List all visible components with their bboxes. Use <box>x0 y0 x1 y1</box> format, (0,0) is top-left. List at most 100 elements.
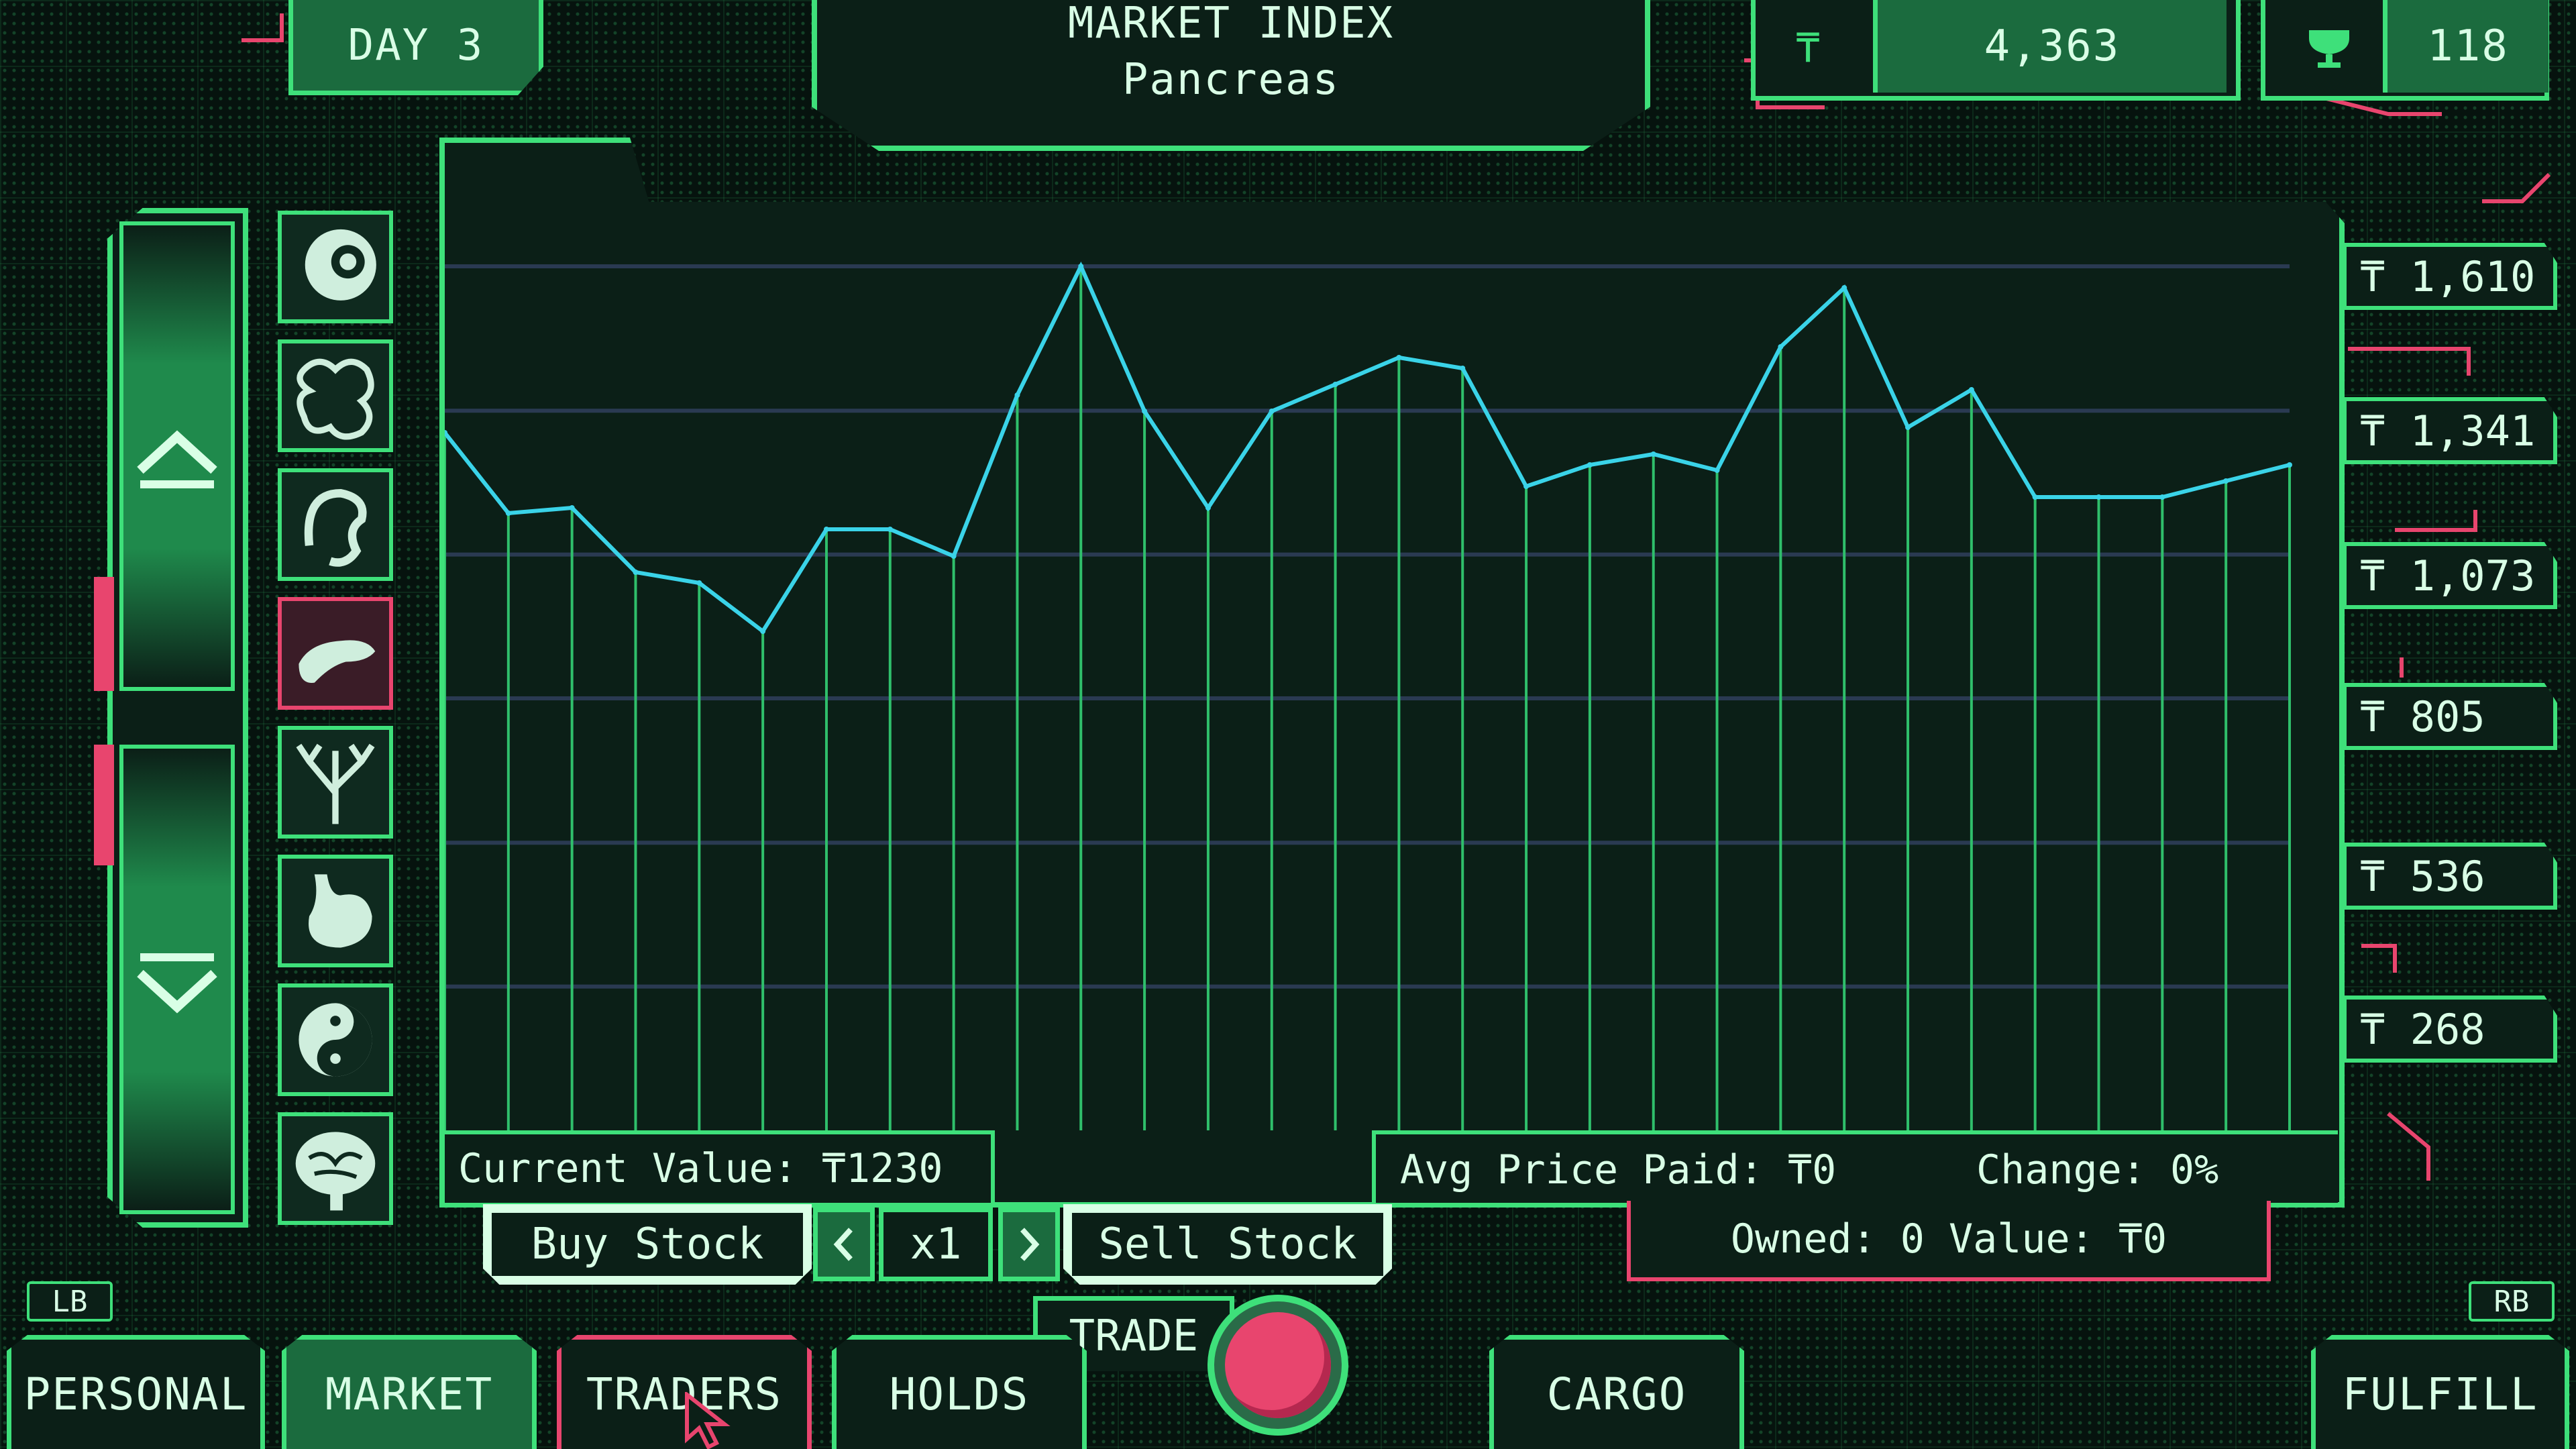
tab-cargo[interactable]: CARGO <box>1489 1335 1744 1449</box>
organ-item-stomach[interactable] <box>278 855 393 967</box>
stomach-icon <box>309 874 372 948</box>
owned-text: Owned: 0 Value: ₸0 <box>1730 1216 2167 1263</box>
data-point <box>633 570 639 575</box>
data-point <box>1841 285 1847 290</box>
data-point <box>696 580 702 586</box>
tab-holds[interactable]: HOLDS <box>832 1335 1087 1449</box>
organ-item-yin-yang[interactable] <box>278 983 393 1096</box>
trophy-value: 118 <box>2427 21 2509 71</box>
data-point <box>1523 484 1529 489</box>
tab-holds-label: HOLDS <box>889 1368 1030 1420</box>
trade-label: TRADE <box>1069 1311 1199 1361</box>
lung-branch-icon <box>296 743 375 824</box>
avg-price-text: Avg Price Paid: ₸0 <box>1400 1146 1837 1193</box>
rb-label: RB <box>2493 1284 2530 1319</box>
organ-item-brain[interactable] <box>278 1112 393 1225</box>
tab-fulfill-label: FULFILL <box>2342 1368 2538 1420</box>
money-value: 4,363 <box>1984 21 2121 71</box>
avg-price-box: Avg Price Paid: ₸0 Change: 0% <box>1372 1130 2338 1203</box>
data-point <box>2096 494 2102 500</box>
yin-yang-icon <box>299 1003 372 1077</box>
data-point <box>1905 425 1911 430</box>
data-point <box>1396 355 1402 360</box>
brain-icon <box>295 1132 376 1211</box>
colon-icon <box>304 488 367 567</box>
data-point <box>1332 382 1338 387</box>
sell-stock-button[interactable]: Sell Stock <box>1063 1204 1392 1285</box>
organ-item-intestine[interactable] <box>278 339 393 452</box>
trade-button-core <box>1225 1312 1331 1418</box>
data-point <box>1968 387 1974 392</box>
y-tick-label: ₸ 536 <box>2343 843 2557 910</box>
buy-stock-button[interactable]: Buy Stock <box>483 1204 812 1285</box>
scroll-down-button[interactable] <box>119 745 235 1214</box>
money-display: ₸ 4,363 <box>1751 0 2241 101</box>
price-series-line <box>445 261 2290 635</box>
y-tick-label: ₸ 268 <box>2343 996 2557 1063</box>
scroll-indicator-bottom <box>94 745 114 865</box>
data-point <box>887 527 893 532</box>
decrease-quantity-button[interactable] <box>813 1208 875 1281</box>
data-point <box>2159 494 2165 500</box>
data-point <box>951 553 957 559</box>
y-tick-label: ₸ 1,341 <box>2343 397 2557 464</box>
data-point <box>1014 392 1020 398</box>
owned-box: Owned: 0 Value: ₸0 <box>1627 1201 2271 1281</box>
chevron-right-icon <box>1020 1228 1040 1261</box>
data-point <box>505 511 511 516</box>
trophy-value-box: 118 <box>2383 0 2548 93</box>
organ-item-eye[interactable] <box>278 211 393 323</box>
current-value-text: Current Value: ₸1230 <box>458 1145 943 1192</box>
data-point <box>1714 468 1720 473</box>
scroll-up-button[interactable] <box>119 221 235 691</box>
data-point <box>823 527 829 532</box>
lb-shoulder-button[interactable]: LB <box>27 1281 113 1322</box>
data-point <box>1078 264 1084 269</box>
sell-stock-label: Sell Stock <box>1098 1220 1357 1269</box>
currency-icon: ₸ <box>1796 24 1822 72</box>
data-point <box>569 505 575 511</box>
money-value-box: 4,363 <box>1873 0 2226 93</box>
buy-stock-inner: Buy Stock <box>492 1213 803 1276</box>
quantity-display: x1 <box>879 1208 993 1281</box>
tab-market-label: MARKET <box>325 1368 494 1420</box>
change-text: Change: 0% <box>1976 1146 2219 1193</box>
chevron-left-icon <box>833 1228 853 1261</box>
day-counter: DAY 3 <box>288 0 543 95</box>
market-index-title-panel: MARKET INDEX Pancreas <box>812 0 1650 151</box>
chevron-up-icon <box>137 430 217 488</box>
eye-icon <box>305 229 376 301</box>
data-point <box>2223 478 2229 484</box>
data-point <box>1205 505 1211 511</box>
data-point <box>2032 494 2038 500</box>
organ-item-lung-branch[interactable] <box>278 726 393 839</box>
mouse-cursor-icon <box>685 1392 731 1449</box>
data-point <box>1142 409 1148 414</box>
tab-cargo-label: CARGO <box>1546 1368 1687 1420</box>
tab-personal-label: PERSONAL <box>23 1368 248 1420</box>
data-point <box>1587 462 1593 468</box>
pancreas-icon <box>299 640 376 683</box>
increase-quantity-button[interactable] <box>998 1208 1060 1281</box>
tab-fulfill[interactable]: FULFILL <box>2311 1335 2569 1449</box>
tab-market[interactable]: MARKET <box>282 1335 537 1449</box>
sell-stock-inner: Sell Stock <box>1072 1213 1383 1276</box>
lb-label: LB <box>52 1284 88 1319</box>
y-tick-label: ₸ 1,073 <box>2343 542 2557 609</box>
data-point <box>1460 366 1466 371</box>
quantity-value: x1 <box>910 1220 962 1269</box>
tab-personal[interactable]: PERSONAL <box>7 1335 265 1449</box>
current-value-box: Current Value: ₸1230 <box>445 1130 995 1203</box>
trophy-icon <box>2309 30 2349 68</box>
y-tick-label: ₸ 805 <box>2343 683 2557 750</box>
trade-button[interactable] <box>1208 1295 1348 1436</box>
organ-item-pancreas[interactable] <box>278 597 393 710</box>
data-point <box>1650 451 1656 457</box>
intestine-icon <box>297 358 374 440</box>
data-point <box>1778 344 1784 350</box>
organ-item-colon[interactable] <box>278 468 393 581</box>
day-label: DAY 3 <box>347 20 484 70</box>
rb-shoulder-button[interactable]: RB <box>2469 1281 2555 1322</box>
y-tick-label: ₸ 1,610 <box>2343 243 2557 310</box>
buy-stock-label: Buy Stock <box>531 1220 764 1269</box>
